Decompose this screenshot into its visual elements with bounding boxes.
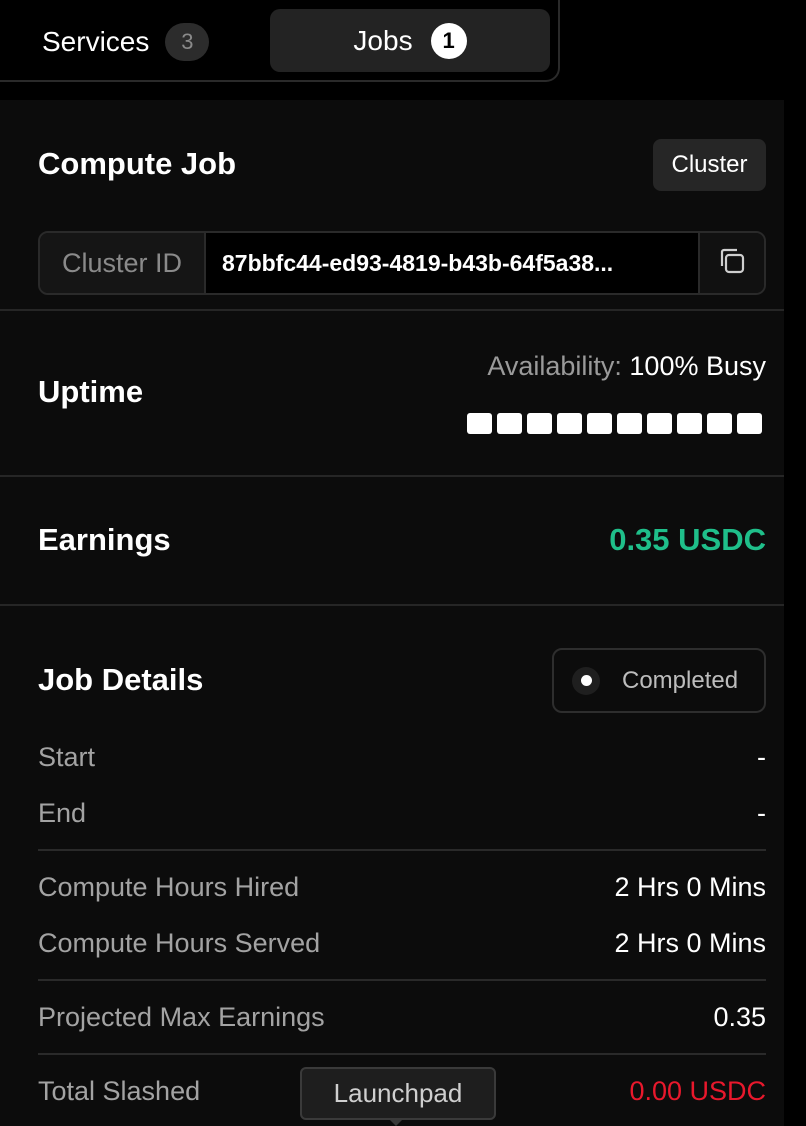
row-divider (38, 979, 766, 981)
cluster-id-label: Cluster ID (40, 233, 206, 293)
job-panel: Compute Job Cluster Cluster ID 87bbfc44-… (0, 100, 784, 1126)
tab-jobs[interactable]: Jobs 1 (270, 9, 550, 72)
tooltip-arrow (388, 1118, 404, 1126)
uptime-bar-segment (707, 413, 732, 434)
launchpad-tooltip: Launchpad (300, 1067, 496, 1120)
detail-value: 2 Hrs 0 Mins (614, 927, 766, 958)
section-divider (0, 475, 784, 477)
status-badge: Completed (552, 648, 766, 713)
detail-key: End (38, 797, 87, 828)
uptime-bar-segment (467, 413, 492, 434)
uptime-title: Uptime (38, 374, 144, 409)
detail-key: Projected Max Earnings (38, 1001, 325, 1032)
uptime-bar-segment (647, 413, 672, 434)
tab-services[interactable]: Services 3 (42, 22, 210, 62)
tab-services-label: Services (42, 26, 150, 57)
availability-label: Availability: (487, 351, 622, 381)
detail-row-end: End - (38, 793, 766, 833)
uptime-bar-segment (527, 413, 552, 434)
tab-jobs-label: Jobs (353, 24, 413, 56)
uptime-bar-segment (677, 413, 702, 434)
jobs-count-badge: 1 (430, 22, 467, 59)
cluster-id-field: Cluster ID 87bbfc44-ed93-4819-b43b-64f5a… (38, 231, 766, 295)
row-divider (38, 1053, 766, 1055)
job-details-title: Job Details (38, 662, 204, 697)
availability-value: 100% Busy (629, 351, 766, 381)
detail-row-hours-served: Compute Hours Served 2 Hrs 0 Mins (38, 923, 766, 963)
earnings-title: Earnings (38, 522, 171, 557)
cluster-id-value[interactable]: 87bbfc44-ed93-4819-b43b-64f5a38... (206, 233, 698, 293)
uptime-bar-segment (587, 413, 612, 434)
uptime-bar-segment (737, 413, 762, 434)
detail-value: 0.35 (713, 1001, 766, 1032)
section-divider (0, 604, 784, 606)
earnings-value: 0.35 USDC (609, 522, 766, 557)
detail-value: 2 Hrs 0 Mins (614, 871, 766, 902)
tab-bar: Services 3 Jobs 1 (0, 0, 560, 82)
detail-row-projected-earnings: Projected Max Earnings 0.35 (38, 997, 766, 1037)
detail-key: Compute Hours Hired (38, 871, 300, 902)
detail-row-hours-hired: Compute Hours Hired 2 Hrs 0 Mins (38, 867, 766, 907)
detail-value: - (757, 797, 766, 828)
detail-value: 0.00 USDC (629, 1075, 766, 1106)
uptime-bar-segment (497, 413, 522, 434)
compute-job-title: Compute Job (38, 146, 237, 181)
detail-row-start: Start - (38, 737, 766, 777)
section-divider (0, 309, 784, 311)
uptime-bar-segment (557, 413, 582, 434)
row-divider (38, 849, 766, 851)
status-text: Completed (622, 666, 739, 694)
copy-icon (716, 245, 748, 282)
cluster-button[interactable]: Cluster (653, 139, 766, 191)
detail-key: Total Slashed (38, 1075, 201, 1106)
status-dot-icon (572, 666, 600, 695)
services-count-badge: 3 (165, 23, 210, 61)
detail-key: Start (38, 741, 96, 772)
app-root: Services 3 Jobs 1 Compute Job Cluster Cl… (0, 0, 806, 1126)
availability: Availability: 100% Busy (487, 351, 766, 382)
detail-value: - (757, 741, 766, 772)
uptime-bars (467, 413, 762, 434)
uptime-bar-segment (617, 413, 642, 434)
copy-button[interactable] (698, 233, 764, 293)
detail-key: Compute Hours Served (38, 927, 321, 958)
